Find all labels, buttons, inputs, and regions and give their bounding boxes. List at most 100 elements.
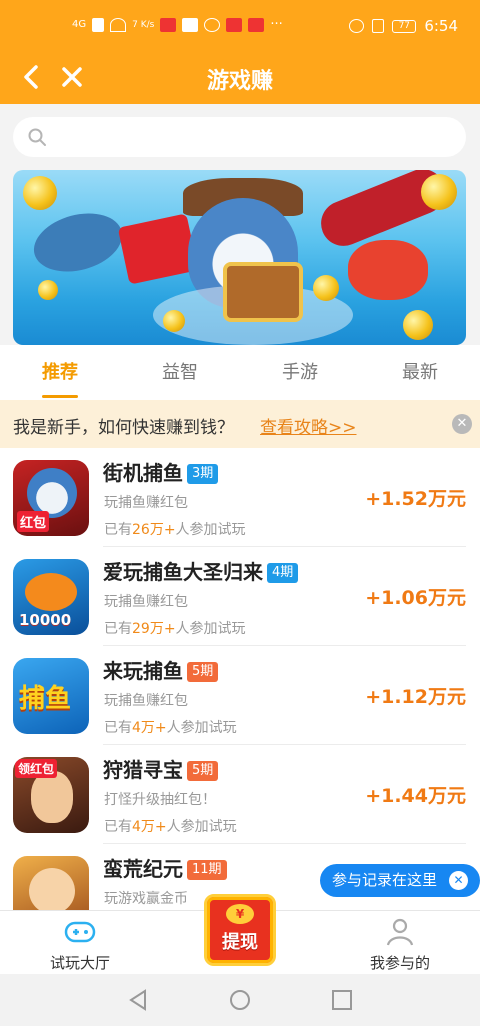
players-suffix: 人参加试玩 bbox=[175, 621, 246, 637]
list-item[interactable]: 领红包 狩猎寻宝 5期 打怪升级抽红包！ 已有4万+人参加试玩 +1.44万元 bbox=[0, 745, 480, 844]
banner-coin bbox=[38, 280, 58, 300]
thumb-label: 捕鱼 bbox=[19, 684, 72, 714]
players-prefix: 已有 bbox=[104, 621, 132, 637]
notice-question: 我是新手，如何快速赚到钱？ bbox=[13, 418, 234, 438]
player-count: 已有26万+人参加试玩 bbox=[104, 519, 246, 539]
game-title: 狩猎寻宝 5期 bbox=[103, 754, 219, 783]
banner-treasure-chest bbox=[223, 262, 303, 322]
game-thumbnail: 领红包 bbox=[13, 757, 89, 833]
banner-crab bbox=[348, 240, 428, 300]
network-label: 4G bbox=[72, 19, 87, 30]
promo-banner[interactable] bbox=[13, 170, 466, 345]
notice-close-icon[interactable]: ✕ bbox=[452, 414, 472, 434]
app-notification-icon bbox=[160, 17, 177, 32]
pill-close-icon[interactable]: ✕ bbox=[449, 871, 468, 890]
search-input[interactable] bbox=[57, 117, 457, 157]
chart-notification-icon bbox=[182, 17, 199, 32]
participation-record-pill[interactable]: 参与记录在这里 ✕ bbox=[320, 864, 480, 897]
app-header: 游戏赚 bbox=[0, 52, 480, 104]
tab-recommended[interactable]: 推荐 bbox=[0, 345, 120, 400]
withdraw-label: 提现 bbox=[222, 932, 258, 953]
reward-amount: +1.12万元 bbox=[365, 686, 466, 708]
players-prefix: 已有 bbox=[104, 522, 132, 538]
game-thumbnail bbox=[13, 856, 89, 910]
speed-label: 7 K/s bbox=[132, 19, 155, 30]
banner-red-envelope bbox=[117, 213, 199, 285]
players-number: 4万+ bbox=[132, 819, 167, 835]
game-thumbnail: 捕鱼 bbox=[13, 658, 89, 734]
players-number: 26万+ bbox=[132, 522, 176, 538]
player-count: 已有4万+人参加试玩 bbox=[104, 816, 237, 836]
tab-mobile-games[interactable]: 手游 bbox=[240, 345, 360, 400]
game-name: 街机捕鱼 bbox=[103, 461, 183, 485]
banner-coin bbox=[163, 310, 185, 332]
signal-icon bbox=[92, 17, 105, 32]
top-bar: 4G 7 K/s ··· 77 6:54 游戏赚 bbox=[0, 0, 480, 104]
period-badge: 5期 bbox=[187, 662, 219, 682]
status-left-icons: 4G 7 K/s ··· bbox=[72, 17, 283, 32]
game-description: 打怪升级抽红包！ bbox=[104, 792, 216, 808]
thumb-label: 10000 bbox=[19, 611, 72, 629]
list-item[interactable]: 捕鱼 来玩捕鱼 5期 玩捕鱼赚红包 已有4万+人参加试玩 +1.12万元 bbox=[0, 646, 480, 745]
period-badge: 5期 bbox=[187, 761, 219, 781]
game-description: 玩捕鱼赚红包 bbox=[104, 594, 188, 610]
period-badge: 3期 bbox=[187, 464, 219, 484]
reward-amount: +1.44万元 bbox=[365, 785, 466, 807]
banner-coin bbox=[313, 275, 339, 301]
player-count: 已有29万+人参加试玩 bbox=[104, 618, 246, 638]
game-description: 玩游戏赢金币 bbox=[104, 891, 188, 907]
game-name: 蛮荒纪元 bbox=[103, 857, 183, 881]
status-right-icons: 77 6:54 bbox=[349, 17, 458, 35]
nav-my-participation-label: 我参与的 bbox=[369, 954, 430, 972]
nav-my-participation[interactable]: 我参与的 bbox=[340, 911, 460, 975]
game-name: 来玩捕鱼 bbox=[103, 659, 183, 683]
video-notification-icon bbox=[248, 17, 265, 32]
game-description: 玩捕鱼赚红包 bbox=[104, 495, 188, 511]
gamepad-icon bbox=[64, 921, 96, 943]
app3-notification-icon bbox=[226, 17, 243, 32]
period-badge: 4期 bbox=[267, 563, 299, 583]
thumb-character bbox=[29, 868, 75, 910]
players-prefix: 已有 bbox=[104, 819, 132, 835]
game-name: 狩猎寻宝 bbox=[103, 758, 183, 782]
game-title: 街机捕鱼 3期 bbox=[103, 457, 219, 486]
back-triangle-icon[interactable] bbox=[126, 988, 150, 1012]
game-thumbnail: 10000 bbox=[13, 559, 89, 635]
list-item[interactable]: 10000 爱玩捕鱼大圣归来 4期 玩捕鱼赚红包 已有29万+人参加试玩 +1.0… bbox=[0, 547, 480, 646]
withdraw-button[interactable]: ¥ 提现 bbox=[196, 884, 284, 972]
battery-icon: 77 bbox=[392, 19, 417, 33]
alarm-icon bbox=[349, 19, 365, 33]
period-badge: 11期 bbox=[187, 860, 227, 880]
thumb-label: 红包 bbox=[17, 511, 50, 532]
user-icon bbox=[386, 918, 414, 946]
players-suffix: 人参加试玩 bbox=[175, 522, 246, 538]
guide-link[interactable]: 查看攻略>> bbox=[260, 413, 357, 438]
tab-latest[interactable]: 最新 bbox=[360, 345, 480, 400]
search-bar[interactable] bbox=[13, 117, 466, 157]
battery-level: 77 bbox=[398, 20, 411, 31]
game-title: 来玩捕鱼 5期 bbox=[103, 655, 219, 684]
nav-trial-hall[interactable]: 试玩大厅 bbox=[20, 911, 140, 975]
vibrate-icon bbox=[372, 19, 385, 33]
pill-label: 参与记录在这里 bbox=[332, 871, 438, 889]
recents-square-icon[interactable] bbox=[330, 988, 354, 1012]
players-suffix: 人参加试玩 bbox=[166, 819, 237, 835]
thumb-label: 领红包 bbox=[15, 759, 58, 778]
tab-puzzle[interactable]: 益智 bbox=[120, 345, 240, 400]
page-title: 游戏赚 bbox=[206, 69, 273, 94]
more-notifications-icon: ··· bbox=[270, 17, 283, 32]
home-circle-icon[interactable] bbox=[228, 988, 252, 1012]
banner-coin bbox=[403, 310, 433, 340]
reward-amount: +1.06万元 bbox=[365, 587, 466, 609]
player-count: 已有4万+人参加试玩 bbox=[104, 717, 237, 737]
system-nav-bar bbox=[0, 974, 480, 1026]
game-thumbnail: 红包 bbox=[13, 460, 89, 536]
wifi-icon bbox=[110, 17, 127, 32]
yuan-coin-icon: ¥ bbox=[226, 904, 254, 924]
players-number: 4万+ bbox=[132, 720, 167, 736]
list-item[interactable]: 红包 街机捕鱼 3期 玩捕鱼赚红包 已有26万+人参加试玩 +1.52万元 bbox=[0, 448, 480, 547]
players-number: 29万+ bbox=[132, 621, 176, 637]
banner-manta-ray bbox=[27, 204, 129, 281]
thumb-hero bbox=[31, 771, 73, 823]
players-prefix: 已有 bbox=[104, 720, 132, 736]
